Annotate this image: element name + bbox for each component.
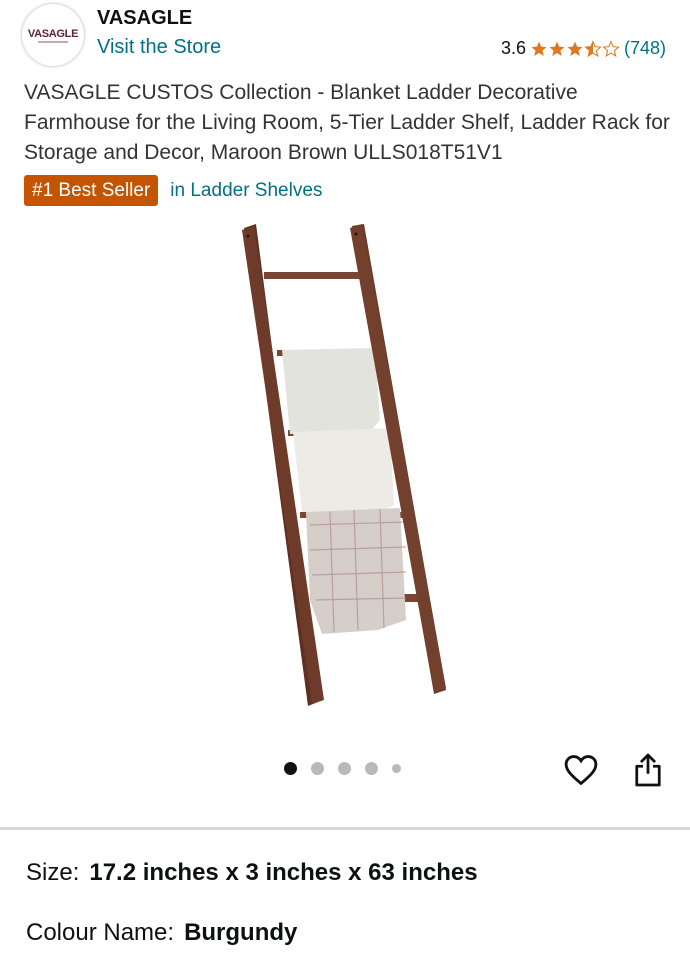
section-divider: [0, 827, 690, 830]
pagination-dot[interactable]: [338, 762, 351, 775]
star-half-icon: [584, 39, 602, 57]
image-pagination[interactable]: [284, 762, 415, 775]
star-full-icon: [567, 41, 583, 56]
rating-value: 3.6: [500, 38, 526, 58]
brand-name: VASAGLE: [97, 7, 193, 29]
brand-logo[interactable]: VASAGLE: [22, 4, 84, 66]
wishlist-button[interactable]: [562, 751, 600, 789]
pagination-dot[interactable]: [392, 764, 401, 773]
share-button[interactable]: [630, 750, 666, 790]
heart-icon: [564, 755, 598, 786]
pagination-dot-active[interactable]: [284, 762, 297, 775]
size-attribute: Size: 17.2 inches x 3 inches x 63 inches: [26, 859, 478, 887]
best-seller-row: #1 Best Seller in Ladder Shelves: [24, 175, 322, 206]
store-header: VASAGLE VASAGLE Visit the Store 3.6 (748…: [0, 0, 690, 72]
size-label: Size:: [26, 859, 80, 886]
star-empty-icon: [602, 39, 620, 57]
best-seller-badge[interactable]: #1 Best Seller: [24, 175, 159, 206]
visit-store-link[interactable]: Visit the Store: [97, 36, 221, 59]
pagination-dot[interactable]: [311, 762, 324, 775]
best-seller-category-link[interactable]: in Ladder Shelves: [170, 180, 322, 202]
brand-logo-tagline: [38, 40, 68, 43]
pagination-dot[interactable]: [365, 762, 378, 775]
size-value: 17.2 inches x 3 inches x 63 inches: [89, 859, 478, 886]
rating-summary[interactable]: 3.6 (748): [501, 38, 666, 59]
colour-label: Colour Name:: [26, 919, 175, 946]
star-full-icon: [549, 41, 565, 56]
star-rating: [530, 39, 620, 58]
colour-attribute: Colour Name: Burgundy: [26, 919, 297, 947]
star-full-icon: [531, 41, 547, 56]
share-icon: [635, 753, 661, 787]
brand-logo-text: VASAGLE: [27, 27, 79, 40]
product-title: VASAGLE CUSTOS Collection - Blanket Ladd…: [24, 81, 670, 164]
blanket-ladder-image[interactable]: [230, 220, 460, 710]
colour-value: Burgundy: [184, 919, 298, 946]
rating-count[interactable]: (748): [624, 38, 666, 59]
